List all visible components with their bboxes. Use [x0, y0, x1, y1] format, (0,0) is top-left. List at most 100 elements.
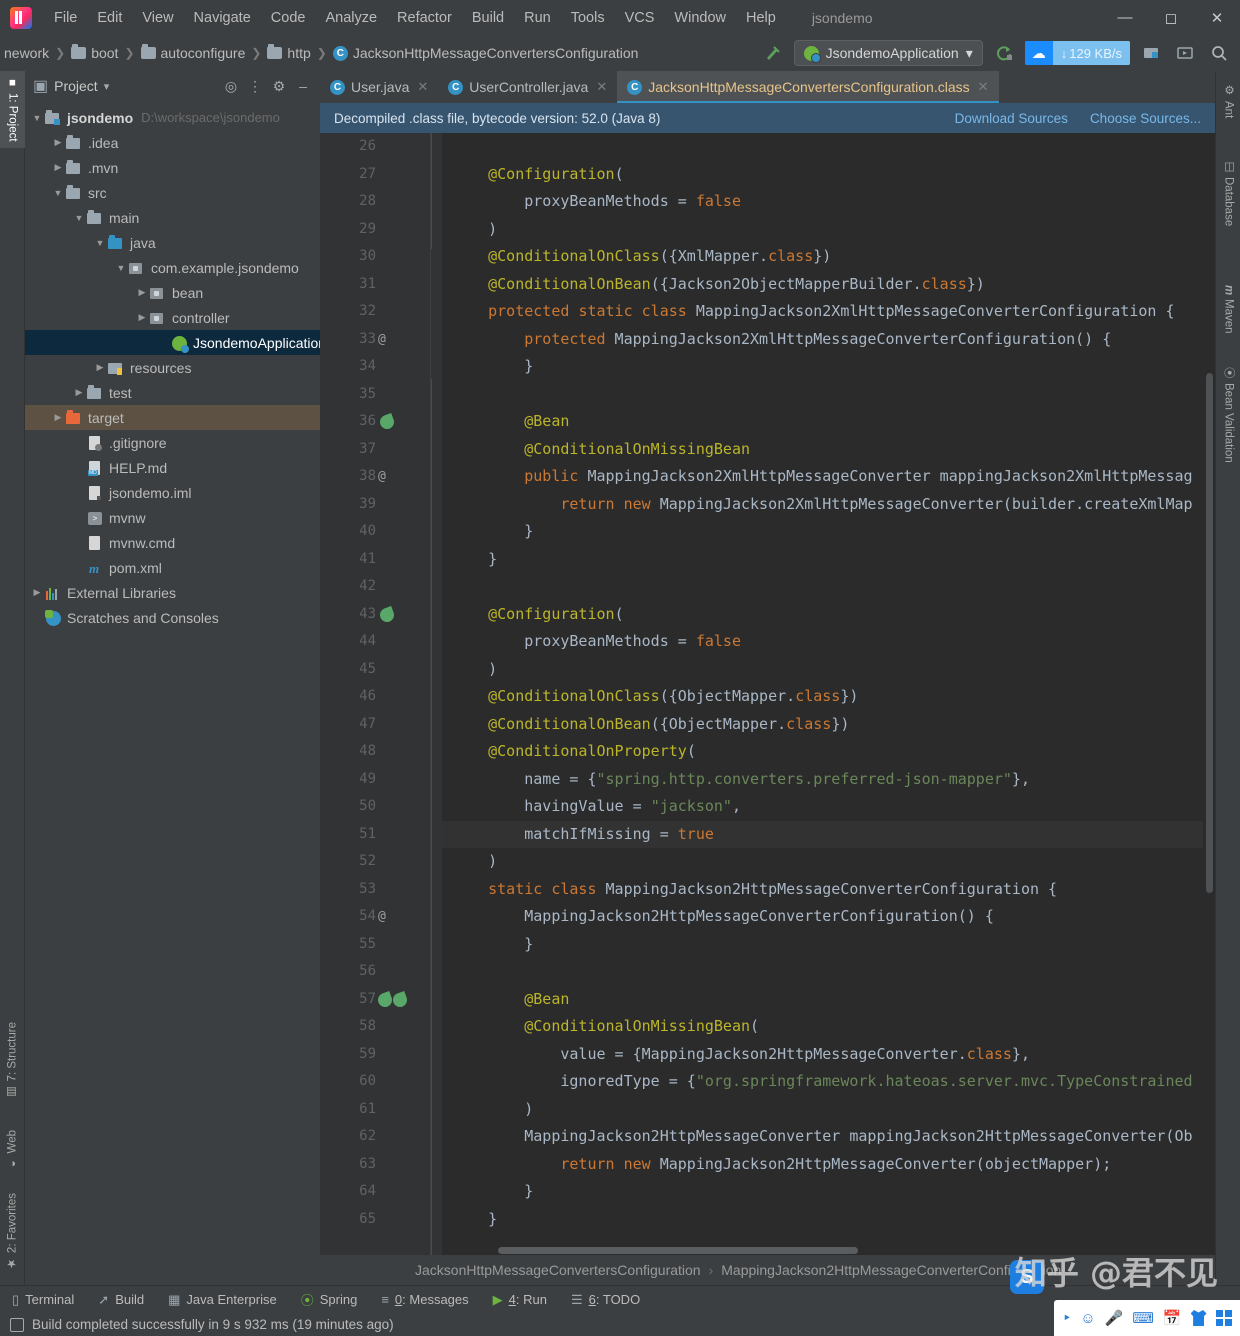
- code-line[interactable]: havingValue = "jackson",: [442, 793, 1215, 821]
- code-line[interactable]: @ConditionalOnBean({Jackson2ObjectMapper…: [442, 271, 1215, 299]
- download-sources-link[interactable]: Download Sources: [955, 111, 1068, 126]
- tool-window-messages[interactable]: ≡ 0: Messages: [369, 1290, 480, 1309]
- sidebar-item-maven[interactable]: m Maven: [1216, 279, 1240, 340]
- tool-window-todo[interactable]: ☰ 6: TODO: [559, 1290, 652, 1310]
- keyboard-icon[interactable]: ⌨: [1132, 1311, 1154, 1326]
- chevron-right-icon[interactable]: ▶: [50, 412, 66, 423]
- chevron-right-icon[interactable]: ▶: [50, 137, 66, 148]
- settings-gear-icon[interactable]: ⚙: [268, 75, 290, 97]
- code-line[interactable]: @Bean: [442, 408, 1215, 436]
- menu-vcs[interactable]: VCS: [615, 6, 665, 30]
- menu-window[interactable]: Window: [664, 6, 736, 30]
- breadcrumb-item-framework[interactable]: nework: [0, 43, 53, 63]
- sidebar-item-project[interactable]: ■ 1: Project: [0, 71, 25, 148]
- code-text-area[interactable]: @Configuration( proxyBeanMethods = false…: [442, 133, 1215, 1255]
- override-marker-icon[interactable]: @: [378, 326, 418, 354]
- project-scope-chevron-icon[interactable]: ▾: [104, 80, 110, 93]
- menu-code[interactable]: Code: [261, 6, 316, 30]
- tree-node-controller[interactable]: ▶ controller: [25, 305, 320, 330]
- code-line[interactable]: ): [442, 1096, 1215, 1124]
- tree-node-mvnw[interactable]: > mvnw: [25, 505, 320, 530]
- code-line[interactable]: MappingJackson2HttpMessageConverter mapp…: [442, 1123, 1215, 1151]
- chevron-right-icon[interactable]: ▶: [29, 587, 45, 598]
- menu-refactor[interactable]: Refactor: [387, 6, 462, 30]
- code-line[interactable]: name = {"spring.http.converters.preferre…: [442, 766, 1215, 794]
- close-icon[interactable]: ✕: [417, 79, 428, 95]
- code-line[interactable]: @Configuration(: [442, 601, 1215, 629]
- tool-window-run[interactable]: ▶ 4: Run: [481, 1290, 559, 1310]
- chevron-right-icon[interactable]: ▶: [134, 312, 150, 323]
- sidebar-item-ant[interactable]: ⚙ Ant: [1216, 77, 1240, 124]
- breadcrumb-item-http[interactable]: http: [263, 43, 314, 63]
- tree-node-resources[interactable]: ▶ resources: [25, 355, 320, 380]
- code-line[interactable]: protected static class MappingJackson2Xm…: [442, 298, 1215, 326]
- build-hammer-icon[interactable]: [760, 40, 786, 66]
- hide-panel-button[interactable]: –: [292, 75, 314, 97]
- code-line[interactable]: public MappingJackson2XmlHttpMessageConv…: [442, 463, 1215, 491]
- tree-node-gitignore[interactable]: .gitignore: [25, 430, 320, 455]
- menu-edit[interactable]: Edit: [87, 6, 132, 30]
- menu-help[interactable]: Help: [736, 6, 786, 30]
- run-preview-icon[interactable]: [1172, 40, 1198, 66]
- editor-fold-rail[interactable]: [420, 133, 442, 1255]
- tree-node-main[interactable]: ▼ main: [25, 205, 320, 230]
- code-line[interactable]: matchIfMissing = true: [442, 820, 1215, 848]
- close-button[interactable]: ✕: [1194, 0, 1240, 35]
- code-line[interactable]: value = {MappingJackson2HttpMessageConve…: [442, 1041, 1215, 1069]
- menu-navigate[interactable]: Navigate: [184, 6, 261, 30]
- code-line[interactable]: [442, 381, 1215, 409]
- breadcrumb-item-autoconfigure[interactable]: autoconfigure: [137, 43, 250, 63]
- chevron-right-icon[interactable]: ▶: [134, 287, 150, 298]
- code-line[interactable]: }: [442, 353, 1215, 381]
- code-line[interactable]: @ConditionalOnClass({ObjectMapper.class}…: [442, 683, 1215, 711]
- code-line[interactable]: MappingJackson2HttpMessageConverterConfi…: [442, 903, 1215, 931]
- code-line[interactable]: return new MappingJackson2HttpMessageCon…: [442, 1151, 1215, 1179]
- tree-node-jsondemo-iml[interactable]: jsondemo.iml: [25, 480, 320, 505]
- code-line[interactable]: @ConditionalOnMissingBean(: [442, 1013, 1215, 1041]
- scrollbar-thumb[interactable]: [1206, 373, 1213, 893]
- rerun-icon[interactable]: [991, 40, 1017, 66]
- menu-run[interactable]: Run: [514, 6, 561, 30]
- close-icon[interactable]: ✕: [596, 79, 607, 95]
- sidebar-item-bean-validation[interactable]: ⦿ Bean Validation: [1216, 361, 1240, 468]
- code-line[interactable]: @Configuration(: [442, 161, 1215, 189]
- code-line[interactable]: @ConditionalOnBean({ObjectMapper.class}): [442, 711, 1215, 739]
- code-line[interactable]: }: [442, 546, 1215, 574]
- sidebar-item-database[interactable]: ◫ Database: [1216, 153, 1240, 232]
- chevron-down-icon[interactable]: ▼: [92, 238, 108, 248]
- tree-node-scratches-and-consoles[interactable]: Scratches and Consoles: [25, 605, 320, 630]
- tool-window-java-enterprise[interactable]: ▦ Java Enterprise: [156, 1290, 289, 1310]
- tree-node-java[interactable]: ▼ java: [25, 230, 320, 255]
- calendar-icon[interactable]: 📅: [1163, 1311, 1182, 1326]
- apps-icon[interactable]: [1215, 1310, 1232, 1326]
- chevron-right-icon[interactable]: ▶: [50, 162, 66, 173]
- spring-bean-gutter-icon[interactable]: [376, 986, 418, 1014]
- editor-vertical-scrollbar[interactable]: [1203, 133, 1215, 1255]
- tab-jacksonhttpmessageconvertersconfiguration-class[interactable]: C JacksonHttpMessageConvertersConfigurat…: [617, 71, 999, 103]
- code-line[interactable]: ignoredType = {"org.springframework.hate…: [442, 1068, 1215, 1096]
- code-line[interactable]: }: [442, 1206, 1215, 1234]
- tree-node-help-md[interactable]: HELP.md: [25, 455, 320, 480]
- code-line[interactable]: proxyBeanMethods = false: [442, 188, 1215, 216]
- tree-node-mvn[interactable]: ▶ .mvn: [25, 155, 320, 180]
- tree-node-pom-xml[interactable]: m pom.xml: [25, 555, 320, 580]
- scroll-from-source-button[interactable]: ◎: [220, 75, 242, 97]
- code-line[interactable]: @ConditionalOnProperty(: [442, 738, 1215, 766]
- code-line[interactable]: ): [442, 848, 1215, 876]
- code-line[interactable]: ): [442, 656, 1215, 684]
- code-line[interactable]: protected MappingJackson2XmlHttpMessageC…: [442, 326, 1215, 354]
- chevron-down-icon[interactable]: ▼: [71, 213, 87, 223]
- code-line[interactable]: }: [442, 1178, 1215, 1206]
- sidebar-item-structure[interactable]: ▤ 7: Structure: [0, 1016, 25, 1105]
- tree-node-idea[interactable]: ▶ .idea: [25, 130, 320, 155]
- tree-node-external-libraries[interactable]: ▶ External Libraries: [25, 580, 320, 605]
- menu-view[interactable]: View: [132, 6, 183, 30]
- code-line[interactable]: return new MappingJackson2XmlHttpMessage…: [442, 491, 1215, 519]
- tab-usercontroller-java[interactable]: C UserController.java ✕: [438, 71, 617, 103]
- code-line[interactable]: ): [442, 216, 1215, 244]
- override-marker-icon[interactable]: @: [378, 463, 418, 491]
- code-line[interactable]: proxyBeanMethods = false: [442, 628, 1215, 656]
- tree-node-bean[interactable]: ▶ bean: [25, 280, 320, 305]
- breadcrumb-class[interactable]: JacksonHttpMessageConvertersConfiguratio…: [415, 1262, 701, 1278]
- code-line[interactable]: @ConditionalOnMissingBean: [442, 436, 1215, 464]
